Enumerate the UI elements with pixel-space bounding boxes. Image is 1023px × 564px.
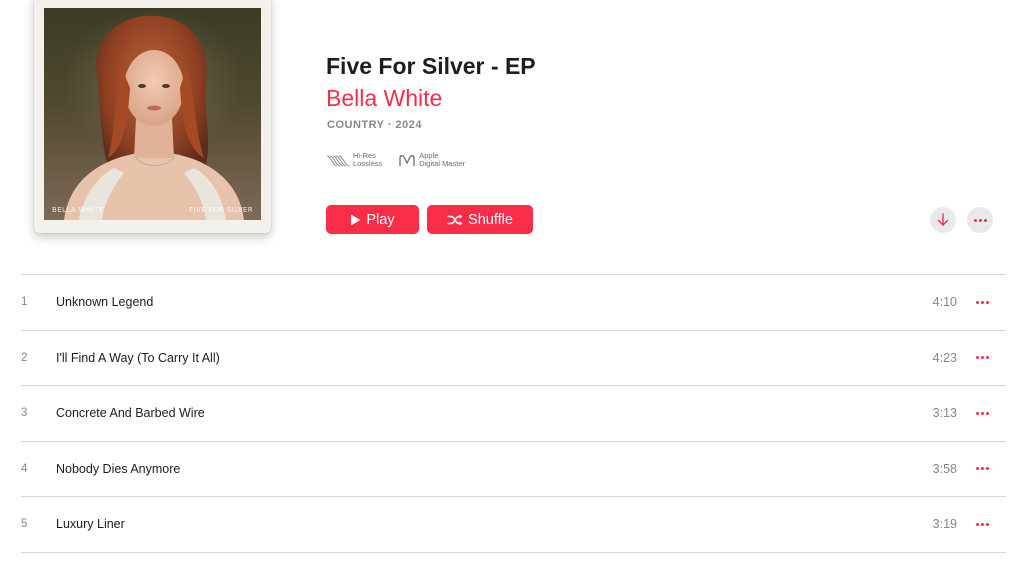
track-more-button[interactable] <box>976 408 992 418</box>
track-duration: 3:58 <box>932 461 957 476</box>
play-button[interactable]: Play <box>326 205 419 234</box>
album-title: Five For Silver - EP <box>326 53 536 79</box>
track-duration: 4:10 <box>932 295 957 310</box>
album-more-button[interactable] <box>967 207 993 233</box>
track-duration: 4:23 <box>932 350 957 365</box>
shuffle-icon <box>447 213 463 226</box>
playback-actions: Play Shuffle <box>326 205 533 234</box>
more-icon <box>976 522 989 526</box>
track-more-button[interactable] <box>976 297 992 307</box>
hi-res-lossless-label: Hi-Res Lossless <box>353 151 383 168</box>
track-title[interactable]: I'll Find A Way (To Carry It All) <box>56 351 220 365</box>
shuffle-button-label: Shuffle <box>468 211 513 228</box>
track-duration: 3:19 <box>932 517 957 532</box>
shuffle-button[interactable]: Shuffle <box>427 205 533 234</box>
track-more-button[interactable] <box>976 519 992 529</box>
track-title[interactable]: Concrete And Barbed Wire <box>56 406 205 420</box>
track-number: 4 <box>21 462 28 475</box>
track-row[interactable]: 2 I'll Find A Way (To Carry It All) 4:23 <box>21 331 1006 386</box>
more-icon <box>976 300 989 304</box>
cover-title-text: FIVE FOR SILVER <box>189 206 253 214</box>
more-icon <box>976 467 989 471</box>
apple-digital-master-icon <box>399 154 415 166</box>
track-row[interactable]: 1 Unknown Legend 4:10 <box>21 275 1006 331</box>
track-number: 5 <box>21 518 28 531</box>
track-more-button[interactable] <box>976 464 992 474</box>
cover-artist-text: BELLA WHITE <box>52 206 104 214</box>
artist-link[interactable]: Bella White <box>326 85 442 112</box>
track-list: 1 Unknown Legend 4:10 2 I'll Find A Way … <box>21 274 1006 553</box>
track-row[interactable]: 4 Nobody Dies Anymore 3:58 <box>21 442 1006 497</box>
track-number: 3 <box>21 407 28 420</box>
download-button[interactable] <box>930 207 956 233</box>
track-number: 1 <box>21 296 28 309</box>
more-icon <box>976 356 989 360</box>
album-page: BELLA WHITE FIVE FOR SILVER Five For Sil… <box>0 0 1023 564</box>
hi-res-lossless-badge[interactable]: Hi-Res Lossless <box>326 152 382 168</box>
album-artwork[interactable]: BELLA WHITE FIVE FOR SILVER <box>34 0 271 233</box>
audio-quality-badges: Hi-Res Lossless Apple Digital Master <box>326 152 465 168</box>
track-number: 2 <box>21 351 28 364</box>
play-button-label: Play <box>366 211 395 228</box>
apple-digital-master-label: Apple Digital Master <box>419 151 466 168</box>
more-icon <box>976 411 989 415</box>
more-icon <box>973 218 987 222</box>
album-genre-year: COUNTRY · 2024 <box>327 119 423 131</box>
play-icon <box>351 214 361 225</box>
track-title[interactable]: Nobody Dies Anymore <box>56 462 180 476</box>
apple-digital-master-badge[interactable]: Apple Digital Master <box>398 152 465 168</box>
track-row[interactable]: 3 Concrete And Barbed Wire 3:13 <box>21 386 1006 442</box>
track-title[interactable]: Luxury Liner <box>56 517 125 531</box>
track-duration: 3:13 <box>932 406 957 421</box>
track-more-button[interactable] <box>976 353 992 363</box>
cover-portrait-illustration <box>64 15 244 220</box>
track-title[interactable]: Unknown Legend <box>56 295 153 309</box>
cover-photo: BELLA WHITE FIVE FOR SILVER <box>44 8 261 220</box>
hi-res-lossless-icon <box>326 155 350 167</box>
track-row[interactable]: 5 Luxury Liner 3:19 <box>21 497 1006 553</box>
download-arrow-icon <box>937 213 949 226</box>
